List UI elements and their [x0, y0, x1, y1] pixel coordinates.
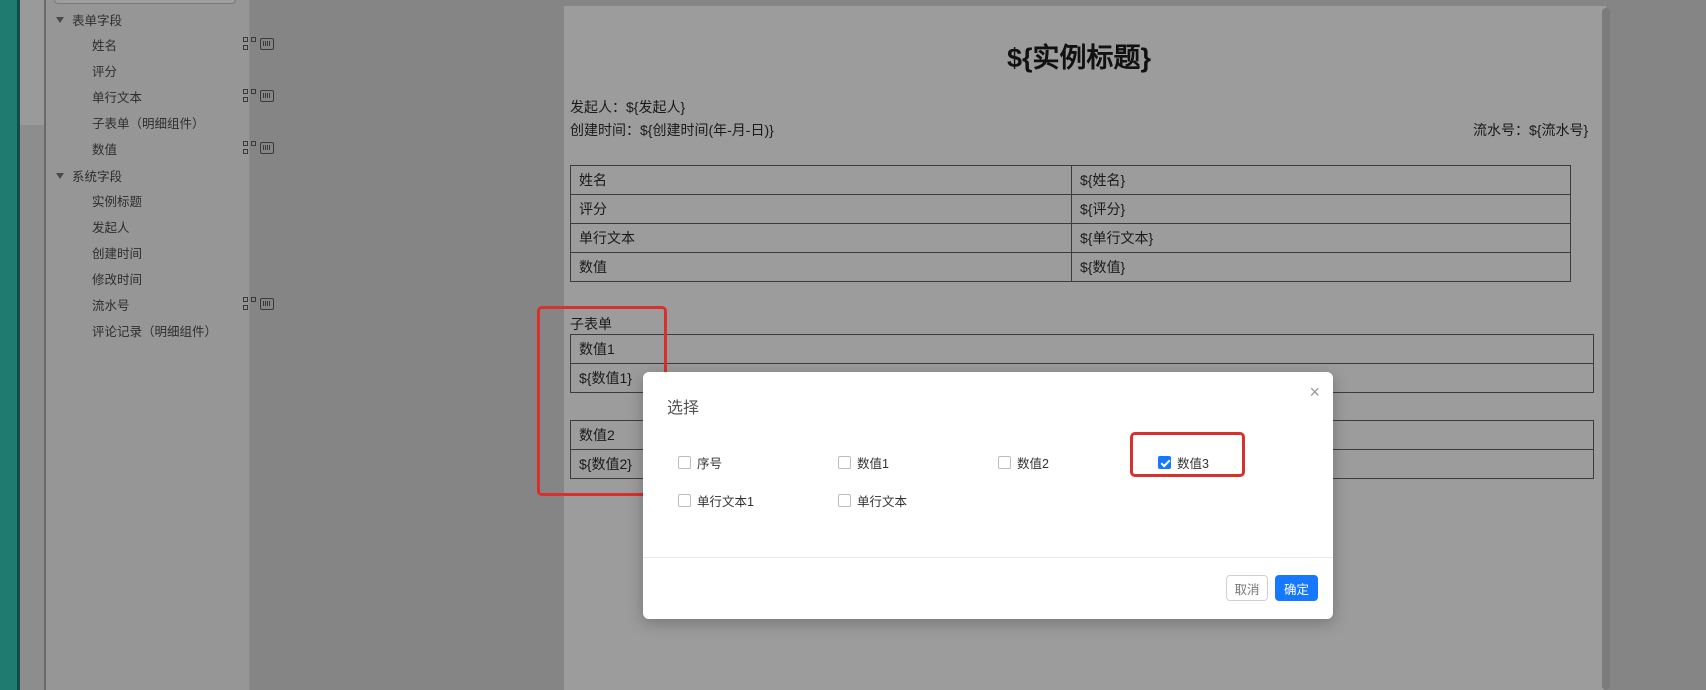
serial-number-line[interactable]: 流水号：${流水号}: [1473, 120, 1588, 140]
barcode-icon[interactable]: [260, 142, 274, 154]
desktop-background: [0, 0, 20, 690]
table-cell[interactable]: ${姓名}: [1071, 165, 1571, 195]
tree-group-label: 系统字段: [72, 170, 123, 184]
select-columns-dialog: 选择 × 序号 数值1 数值2 数值3 单行文本1 单行文本 取消 确定: [643, 372, 1333, 619]
option-number1[interactable]: 数值1: [838, 453, 889, 472]
sidebar-item-serial-number[interactable]: 流水号: [92, 294, 282, 314]
option-label: 单行文本: [857, 495, 908, 509]
table-row: 姓名 ${姓名}: [570, 165, 1571, 195]
vertical-scrollbar[interactable]: [1602, 8, 1610, 690]
confirm-button[interactable]: 确定: [1275, 575, 1318, 601]
sidebar-item-initiator[interactable]: 发起人: [92, 216, 282, 236]
table-cell[interactable]: ${单行文本}: [1071, 223, 1571, 253]
sidebar-item-rating[interactable]: 评分: [92, 60, 282, 80]
sidebar-item-label: 单行文本: [92, 90, 143, 105]
sidebar-item-label: 实例标题: [92, 194, 143, 209]
created-time-line[interactable]: 创建时间：${创建时间(年-月-日)}: [570, 120, 774, 140]
cancel-button[interactable]: 取消: [1226, 575, 1268, 601]
field-sidebar: 表单字段 姓名 评分 单行文本 子表单（明细组件） 数值 系统字段 实例标题 发…: [46, 0, 274, 690]
option-label: 序号: [697, 457, 723, 471]
sidebar-item-modified-time[interactable]: 修改时间: [92, 268, 282, 288]
table-cell[interactable]: ${数值}: [1071, 252, 1571, 282]
sidebar-item-label: 修改时间: [92, 272, 143, 287]
barcode-icon[interactable]: [260, 298, 274, 310]
tree-group-form-fields[interactable]: 表单字段: [56, 10, 122, 29]
sidebar-item-label: 发起人: [92, 220, 130, 235]
table-row: 单行文本 ${单行文本}: [570, 223, 1571, 253]
option-label: 数值1: [857, 457, 889, 471]
option-label: 数值2: [1017, 457, 1049, 471]
caret-down-icon: [56, 172, 64, 179]
sidebar-item-label: 创建时间: [92, 246, 143, 261]
dialog-divider: [643, 557, 1333, 558]
barcode-icon[interactable]: [260, 90, 274, 102]
barcode-icon[interactable]: [260, 38, 274, 50]
sidebar-item-created-time[interactable]: 创建时间: [92, 242, 282, 262]
tree-group-system-fields[interactable]: 系统字段: [56, 166, 122, 185]
checkbox[interactable]: [838, 494, 851, 507]
sidebar-item-subform[interactable]: 子表单（明细组件）: [92, 112, 282, 132]
main-field-table: 姓名 ${姓名} 评分 ${评分} 单行文本 ${单行文本} 数值 ${数值}: [570, 165, 1571, 282]
table-cell[interactable]: ${评分}: [1071, 194, 1571, 224]
highlight-annotation-option: [1130, 432, 1245, 477]
table-cell[interactable]: 评分: [570, 194, 1072, 224]
table-cell[interactable]: 数值1: [570, 334, 1594, 364]
option-serial-index[interactable]: 序号: [678, 453, 722, 472]
close-icon[interactable]: ×: [1309, 382, 1320, 403]
table-cell[interactable]: 单行文本: [570, 223, 1072, 253]
sidebar-item-single-line-text[interactable]: 单行文本: [92, 86, 282, 106]
sidebar-item-label: 姓名: [92, 38, 118, 53]
sidebar-item-label: 子表单（明细组件）: [92, 116, 205, 131]
sidebar-item-name[interactable]: 姓名: [92, 34, 282, 54]
sidebar-item-label: 流水号: [92, 298, 130, 313]
option-single-line-text1[interactable]: 单行文本1: [678, 491, 754, 510]
qr-code-icon[interactable]: [243, 141, 256, 154]
table-cell[interactable]: 姓名: [570, 165, 1072, 195]
caret-down-icon: [56, 16, 64, 23]
option-label: 单行文本1: [697, 495, 754, 509]
option-single-line-text[interactable]: 单行文本: [838, 491, 907, 510]
sidebar-item-comment-log[interactable]: 评论记录（明细组件）: [92, 320, 282, 340]
initiator-line[interactable]: 发起人：${发起人}: [570, 97, 685, 117]
search-input[interactable]: [54, 0, 236, 4]
dialog-title: 选择: [667, 400, 700, 417]
sidebar-item-label: 数值: [92, 142, 118, 157]
qr-code-icon[interactable]: [243, 297, 256, 310]
checkbox[interactable]: [838, 456, 851, 469]
checkbox[interactable]: [678, 494, 691, 507]
checkbox[interactable]: [998, 456, 1011, 469]
table-row: 数值 ${数值}: [570, 252, 1571, 282]
document-title[interactable]: ${实例标题}: [564, 36, 1594, 75]
sidebar-item-number[interactable]: 数值: [92, 138, 282, 158]
qr-code-icon[interactable]: [243, 89, 256, 102]
qr-code-icon[interactable]: [243, 37, 256, 50]
table-cell[interactable]: 数值: [570, 252, 1072, 282]
table-row: 评分 ${评分}: [570, 194, 1571, 224]
table-row: 数值1: [570, 334, 1594, 364]
sidebar-item-instance-title[interactable]: 实例标题: [92, 190, 282, 210]
sidebar-item-label: 评论记录（明细组件）: [92, 324, 218, 339]
checkbox[interactable]: [678, 456, 691, 469]
tree-group-label: 表单字段: [72, 14, 123, 28]
app-window-frame: [20, 0, 46, 690]
sidebar-item-label: 评分: [92, 64, 118, 79]
option-number2[interactable]: 数值2: [998, 453, 1049, 472]
